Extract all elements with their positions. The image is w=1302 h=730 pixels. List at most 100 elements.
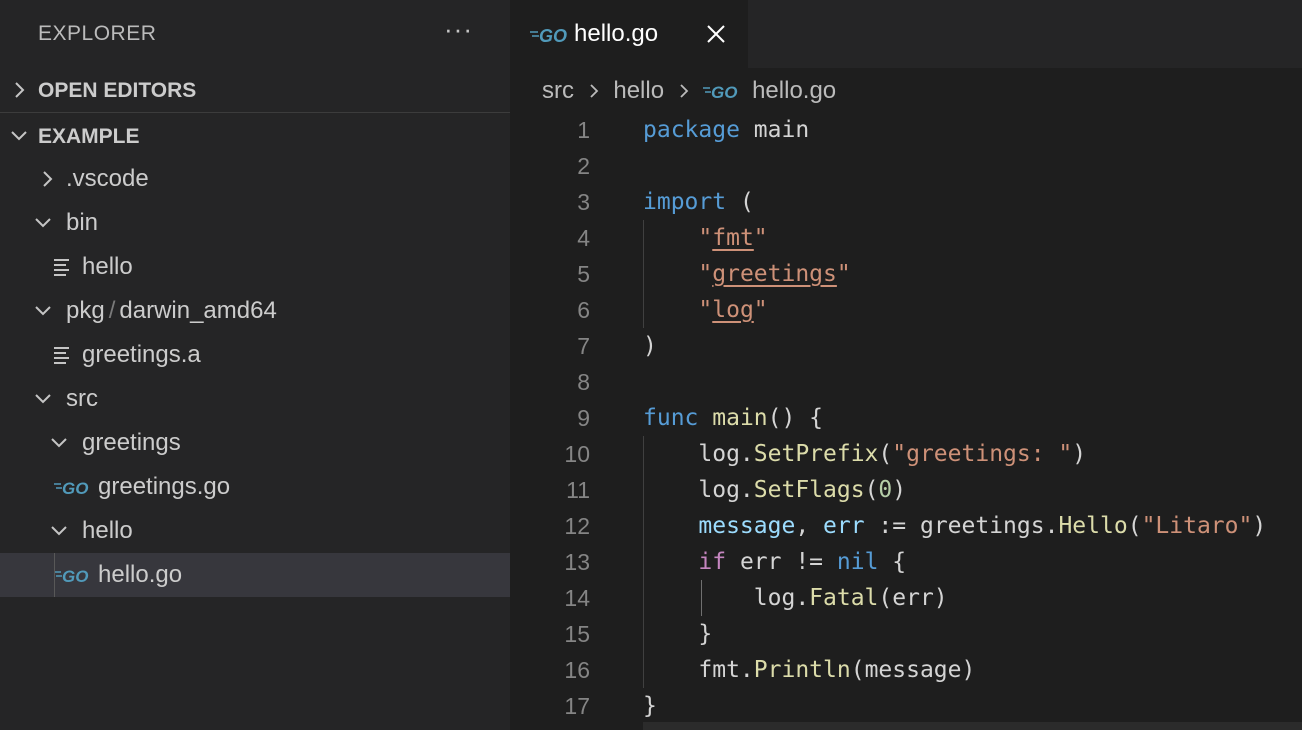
tab-label: hello.go bbox=[574, 20, 659, 47]
tree-item-src[interactable]: src bbox=[0, 377, 510, 421]
tree-item-bin-hello[interactable]: hello bbox=[0, 245, 510, 289]
code-token: main bbox=[739, 117, 810, 143]
section-label: EXAMPLE bbox=[38, 125, 140, 148]
tree-item-bin[interactable]: bin bbox=[0, 201, 510, 245]
tab-hello-go[interactable]: GO hello.go bbox=[510, 0, 748, 68]
code-token: nil bbox=[836, 549, 879, 575]
section-open-editors[interactable]: OPEN EDITORS bbox=[0, 68, 510, 113]
breadcrumb-item-src[interactable]: src bbox=[542, 77, 574, 105]
code-token: ( bbox=[1127, 513, 1142, 539]
code-line: 15 } bbox=[510, 616, 1302, 652]
tree-item-pkg-darwin-amd64[interactable]: pkg / darwin_amd64 bbox=[0, 289, 510, 333]
editor-pane: GO hello.go src hello GO hello.go 1 packa… bbox=[510, 0, 1302, 730]
svg-text:GO: GO bbox=[62, 567, 88, 586]
code-token: Println bbox=[753, 657, 851, 683]
tree-item-label: hello.go bbox=[98, 561, 183, 588]
code-line: 5 "greetings" bbox=[510, 256, 1302, 292]
line-number: 14 bbox=[564, 585, 590, 611]
code-token: " bbox=[698, 261, 713, 287]
line-number: 12 bbox=[564, 513, 590, 539]
code-line: 14 log.Fatal(err) bbox=[510, 580, 1302, 616]
chevron-right-icon bbox=[680, 84, 689, 98]
code-token: ) bbox=[892, 477, 907, 503]
line-number: 13 bbox=[564, 549, 590, 575]
tree-item-label: greetings.a bbox=[82, 341, 201, 368]
chevron-down-icon bbox=[35, 218, 51, 228]
code-line: 13 if err != nil { bbox=[510, 544, 1302, 580]
more-actions-icon[interactable]: ··· bbox=[444, 14, 473, 45]
line-number: 3 bbox=[577, 189, 590, 215]
tree-item-greetings-go[interactable]: GO greetings.go bbox=[0, 465, 510, 509]
code-token: package bbox=[643, 117, 740, 143]
code-token: log bbox=[712, 297, 754, 323]
explorer-title: EXPLORER bbox=[38, 22, 157, 45]
go-file-icon: GO bbox=[54, 479, 88, 498]
code-token: fmt bbox=[712, 225, 754, 251]
line-source: import ( bbox=[643, 184, 754, 220]
breadcrumb-item-hello-go[interactable]: hello.go bbox=[752, 77, 836, 105]
explorer-sidebar: EXPLORER ··· OPEN EDITORS EXAMPLE .vscod… bbox=[0, 0, 510, 730]
tree-item-label: greetings.go bbox=[98, 473, 231, 500]
tree-item-greetings-a[interactable]: greetings.a bbox=[0, 333, 510, 377]
code-token: log. bbox=[643, 585, 810, 611]
line-source: log.Fatal(err) bbox=[643, 580, 948, 616]
line-source: message, err := greetings.Hello("Litaro"… bbox=[643, 508, 1266, 544]
svg-text:GO: GO bbox=[62, 479, 88, 498]
code-token: { bbox=[878, 549, 907, 575]
line-source: log.SetPrefix("greetings: ") bbox=[643, 436, 1086, 472]
tree-item-vscode[interactable]: .vscode bbox=[0, 157, 510, 201]
code-token: message bbox=[698, 513, 796, 539]
breadcrumb-item-hello[interactable]: hello bbox=[613, 77, 664, 105]
line-source: "fmt" bbox=[643, 220, 767, 256]
code-token: err bbox=[823, 513, 865, 539]
code-token: Fatal bbox=[809, 585, 879, 611]
code-line: 6 "log" bbox=[510, 292, 1302, 328]
line-number: 15 bbox=[564, 621, 590, 647]
line-source: } bbox=[643, 688, 657, 724]
line-source: "greetings" bbox=[643, 256, 851, 292]
code-line: 17} bbox=[510, 688, 1302, 724]
tree-item-greetings-folder[interactable]: greetings bbox=[0, 421, 510, 465]
code-token: ) bbox=[1252, 513, 1267, 539]
tree-item-hello-folder[interactable]: hello bbox=[0, 509, 510, 553]
text-file-icon bbox=[54, 347, 69, 364]
code-token: import bbox=[643, 189, 727, 215]
code-token: := greetings. bbox=[864, 513, 1059, 539]
line-number: 1 bbox=[577, 117, 590, 143]
tree-item-label: hello bbox=[82, 253, 133, 280]
code-line: 16 fmt.Println(message) bbox=[510, 652, 1302, 688]
chevron-right-icon bbox=[43, 171, 53, 187]
line-number: 2 bbox=[577, 153, 590, 179]
code-token: log. bbox=[643, 441, 754, 467]
code-token: " bbox=[698, 225, 713, 251]
section-example[interactable]: EXAMPLE bbox=[0, 114, 510, 158]
code-token: } bbox=[643, 621, 713, 647]
code-token: log. bbox=[643, 477, 754, 503]
code-line: 11 log.SetFlags(0) bbox=[510, 472, 1302, 508]
line-source: fmt.Println(message) bbox=[643, 652, 975, 688]
line-source: if err != nil { bbox=[643, 544, 906, 580]
code-line: 10 log.SetPrefix("greetings: ") bbox=[510, 436, 1302, 472]
code-line: 3 import ( bbox=[510, 184, 1302, 220]
code-token: err != bbox=[726, 549, 837, 575]
code-line: 12 message, err := greetings.Hello("Lita… bbox=[510, 508, 1302, 544]
tree-item-hello-go[interactable]: GO hello.go bbox=[0, 553, 510, 597]
close-icon[interactable] bbox=[704, 22, 728, 46]
tab-bar: GO hello.go bbox=[510, 0, 1302, 68]
horizontal-scrollbar[interactable] bbox=[643, 722, 1302, 730]
code-token: " bbox=[836, 261, 851, 287]
code-token: if bbox=[698, 549, 727, 575]
code-token: 0 bbox=[878, 477, 893, 503]
code-token: SetFlags bbox=[753, 477, 865, 503]
code-line: 7) bbox=[510, 328, 1302, 364]
tree-item-label: pkg / darwin_amd64 bbox=[66, 297, 277, 325]
tree-indent-guide bbox=[54, 553, 55, 597]
line-number: 9 bbox=[577, 405, 590, 431]
line-source: log.SetFlags(0) bbox=[643, 472, 906, 508]
line-number: 10 bbox=[564, 441, 590, 467]
chevron-down-icon bbox=[35, 394, 51, 404]
code-token: (message) bbox=[850, 657, 976, 683]
